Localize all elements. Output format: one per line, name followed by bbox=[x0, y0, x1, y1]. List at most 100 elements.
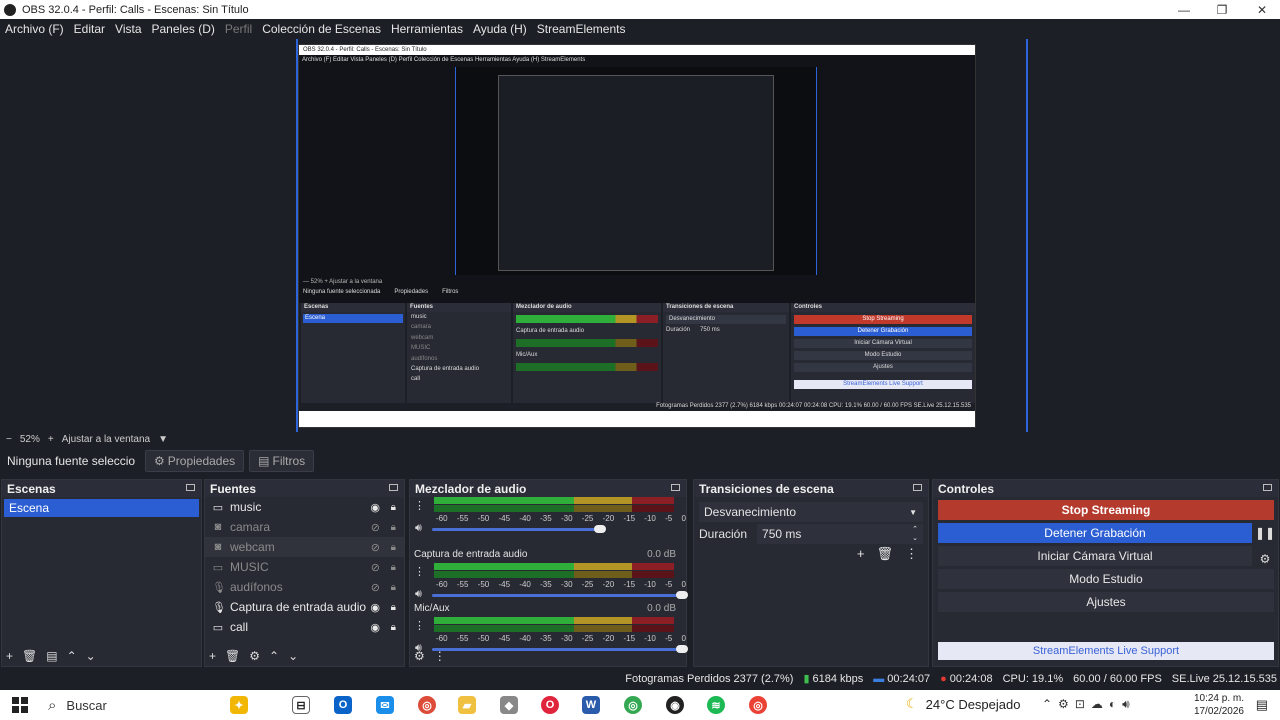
scene-item[interactable]: Escena bbox=[4, 499, 199, 517]
transition-select[interactable]: Desvanecimiento ▼ bbox=[699, 502, 923, 522]
move-up-icon[interactable]: ⌃ bbox=[67, 649, 77, 663]
eye-hidden-icon[interactable]: ⊘ bbox=[371, 541, 380, 554]
menu-help[interactable]: Ayuda (H) bbox=[473, 22, 527, 36]
channel-menu-icon[interactable]: ⋮ bbox=[414, 619, 425, 632]
notification-icon[interactable]: ▤ bbox=[1256, 697, 1268, 713]
taskbar-search[interactable]: ⌕ Buscar bbox=[48, 695, 107, 715]
transition-menu-icon[interactable]: ⋮ bbox=[905, 546, 918, 562]
outlook-new-icon[interactable]: ✉ bbox=[376, 696, 394, 714]
stop-streaming-button[interactable]: Stop Streaming bbox=[938, 500, 1274, 520]
outlook-icon[interactable]: O bbox=[334, 696, 352, 714]
menu-docks[interactable]: Paneles (D) bbox=[152, 22, 215, 36]
speaker-icon[interactable]: 🔊︎ bbox=[415, 522, 422, 535]
eye-icon[interactable]: ◉ bbox=[370, 621, 380, 634]
virtual-camera-button[interactable]: Iniciar Cámara Virtual bbox=[938, 546, 1252, 566]
word-icon[interactable]: W bbox=[582, 696, 600, 714]
studio-mode-button[interactable]: Modo Estudio bbox=[938, 569, 1274, 589]
zoom-fit-label[interactable]: Ajustar a la ventana bbox=[62, 434, 150, 445]
live-support-button[interactable]: StreamElements Live Support bbox=[938, 642, 1274, 660]
preview-area[interactable]: OBS 32.0.4 - Perfil: Calls - Escenas: Si… bbox=[0, 39, 1280, 432]
chrome-icon[interactable]: ◎ bbox=[418, 696, 436, 714]
source-item[interactable]: ▭ music ◉ 🔒︎ bbox=[205, 497, 404, 517]
move-up-icon[interactable]: ⌃ bbox=[269, 649, 279, 663]
lock-icon[interactable]: 🔒︎ bbox=[391, 562, 396, 573]
mixer-menu-icon[interactable]: ⋮ bbox=[434, 649, 446, 663]
filters-button[interactable]: ▤ Filtros bbox=[249, 450, 315, 472]
source-item[interactable]: ◙ webcam ⊘ 🔒︎ bbox=[205, 537, 404, 557]
chrome-icon[interactable]: ◎ bbox=[749, 696, 767, 714]
menu-streamelements[interactable]: StreamElements bbox=[537, 22, 626, 36]
task-view-icon[interactable]: ⊟ bbox=[292, 696, 310, 714]
volume-slider[interactable] bbox=[432, 591, 688, 599]
add-scene-button[interactable]: + bbox=[6, 649, 13, 663]
eye-hidden-icon[interactable]: ⊘ bbox=[371, 521, 380, 534]
windows-start-icon[interactable] bbox=[12, 697, 28, 713]
copilot-sparkle-icon[interactable]: ✦ bbox=[230, 696, 248, 714]
close-button[interactable]: ✕ bbox=[1242, 0, 1280, 19]
volume-thumb[interactable] bbox=[594, 525, 606, 533]
obs-icon[interactable]: ◉ bbox=[666, 696, 684, 714]
preview-canvas[interactable]: OBS 32.0.4 - Perfil: Calls - Escenas: Si… bbox=[298, 44, 976, 428]
source-item[interactable]: 🎙︎ audífonos ⊘ 🔒︎ bbox=[205, 577, 404, 597]
menu-scene-collection[interactable]: Colección de Escenas bbox=[262, 22, 381, 36]
gear-icon[interactable]: ⚙ bbox=[1256, 549, 1274, 569]
lock-icon[interactable]: 🔒︎ bbox=[391, 602, 396, 613]
speaker-icon[interactable]: 🔊︎ bbox=[415, 588, 422, 601]
menu-file[interactable]: Archivo (F) bbox=[5, 22, 64, 36]
opera-icon[interactable]: O bbox=[541, 696, 559, 714]
eye-icon[interactable]: ◉ bbox=[370, 501, 380, 514]
taskbar-clock[interactable]: 10:24 p. m. 17/02/2026 bbox=[1194, 692, 1244, 718]
menu-edit[interactable]: Editar bbox=[74, 22, 105, 36]
system-tray-icons[interactable]: ⌃⚙⊡☁◐🔊︎ bbox=[1042, 697, 1136, 712]
chrome-icon[interactable]: ◎ bbox=[624, 696, 642, 714]
spin-arrows-icon[interactable]: ⌃ ⌄ bbox=[912, 525, 918, 543]
source-item[interactable]: 🎙︎ Captura de entrada audio ◉ 🔒︎ bbox=[205, 597, 404, 617]
eye-hidden-icon[interactable]: ⊘ bbox=[371, 581, 380, 594]
spotify-icon[interactable]: ≋ bbox=[707, 696, 725, 714]
add-transition-button[interactable]: + bbox=[857, 546, 865, 562]
undock-icon[interactable] bbox=[186, 484, 195, 491]
properties-button[interactable]: ⚙ Propiedades bbox=[145, 450, 245, 472]
undock-icon[interactable] bbox=[913, 484, 922, 491]
pause-icon[interactable]: ❚❚ bbox=[1255, 523, 1275, 543]
channel-menu-icon[interactable]: ⋮ bbox=[414, 499, 425, 512]
source-item[interactable]: ◙ camara ⊘ 🔒︎ bbox=[205, 517, 404, 537]
remove-transition-trash-icon[interactable]: 🗑 bbox=[876, 546, 893, 562]
minimize-button[interactable]: — bbox=[1164, 0, 1204, 19]
lock-icon[interactable]: 🔒︎ bbox=[391, 622, 396, 633]
stop-recording-button[interactable]: Detener Grabación bbox=[938, 523, 1252, 543]
lock-icon[interactable]: 🔒︎ bbox=[391, 502, 396, 513]
move-down-icon[interactable]: ⌄ bbox=[86, 649, 96, 663]
advanced-audio-icon[interactable]: ⚙ bbox=[414, 649, 425, 663]
volume-thumb[interactable] bbox=[676, 591, 688, 599]
weather-widget[interactable]: ☾ 24°C Despejado bbox=[906, 696, 1020, 712]
channel-menu-icon[interactable]: ⋮ bbox=[414, 565, 425, 578]
settings-button[interactable]: Ajustes bbox=[938, 592, 1274, 612]
undock-icon[interactable] bbox=[389, 484, 398, 491]
remove-source-trash-icon[interactable]: 🗑 bbox=[225, 649, 240, 663]
scene-filters-icon[interactable]: ▤ bbox=[46, 649, 57, 663]
menu-tools[interactable]: Herramientas bbox=[391, 22, 463, 36]
add-source-button[interactable]: + bbox=[209, 649, 216, 663]
source-item[interactable]: ▭ call ◉ 🔒︎ bbox=[205, 617, 404, 637]
duration-spinbox[interactable]: 750 ms ⌃ ⌄ bbox=[757, 524, 923, 544]
zoom-dropdown-icon[interactable]: ▼ bbox=[158, 434, 168, 445]
volume-slider[interactable] bbox=[432, 525, 606, 533]
zoom-out-button[interactable]: − bbox=[6, 434, 12, 445]
maximize-button[interactable]: ❐ bbox=[1202, 0, 1242, 19]
move-down-icon[interactable]: ⌄ bbox=[288, 649, 298, 663]
undock-icon[interactable] bbox=[1263, 484, 1272, 491]
menu-view[interactable]: Vista bbox=[115, 22, 141, 36]
menu-profile[interactable]: Perfil bbox=[225, 22, 252, 36]
source-item[interactable]: ▭ MUSIC ⊘ 🔒︎ bbox=[205, 557, 404, 577]
lock-icon[interactable]: 🔒︎ bbox=[391, 522, 396, 533]
eye-hidden-icon[interactable]: ⊘ bbox=[371, 561, 380, 574]
source-settings-gear-icon[interactable]: ⚙ bbox=[249, 649, 260, 663]
lock-icon[interactable]: 🔒︎ bbox=[391, 582, 396, 593]
eye-icon[interactable]: ◉ bbox=[370, 601, 380, 614]
undock-icon[interactable] bbox=[671, 484, 680, 491]
zoom-in-button[interactable]: + bbox=[48, 434, 54, 445]
remove-scene-trash-icon[interactable]: 🗑 bbox=[22, 649, 37, 663]
app-icon[interactable]: ◆ bbox=[500, 696, 518, 714]
file-explorer-icon[interactable]: ▰ bbox=[458, 696, 476, 714]
